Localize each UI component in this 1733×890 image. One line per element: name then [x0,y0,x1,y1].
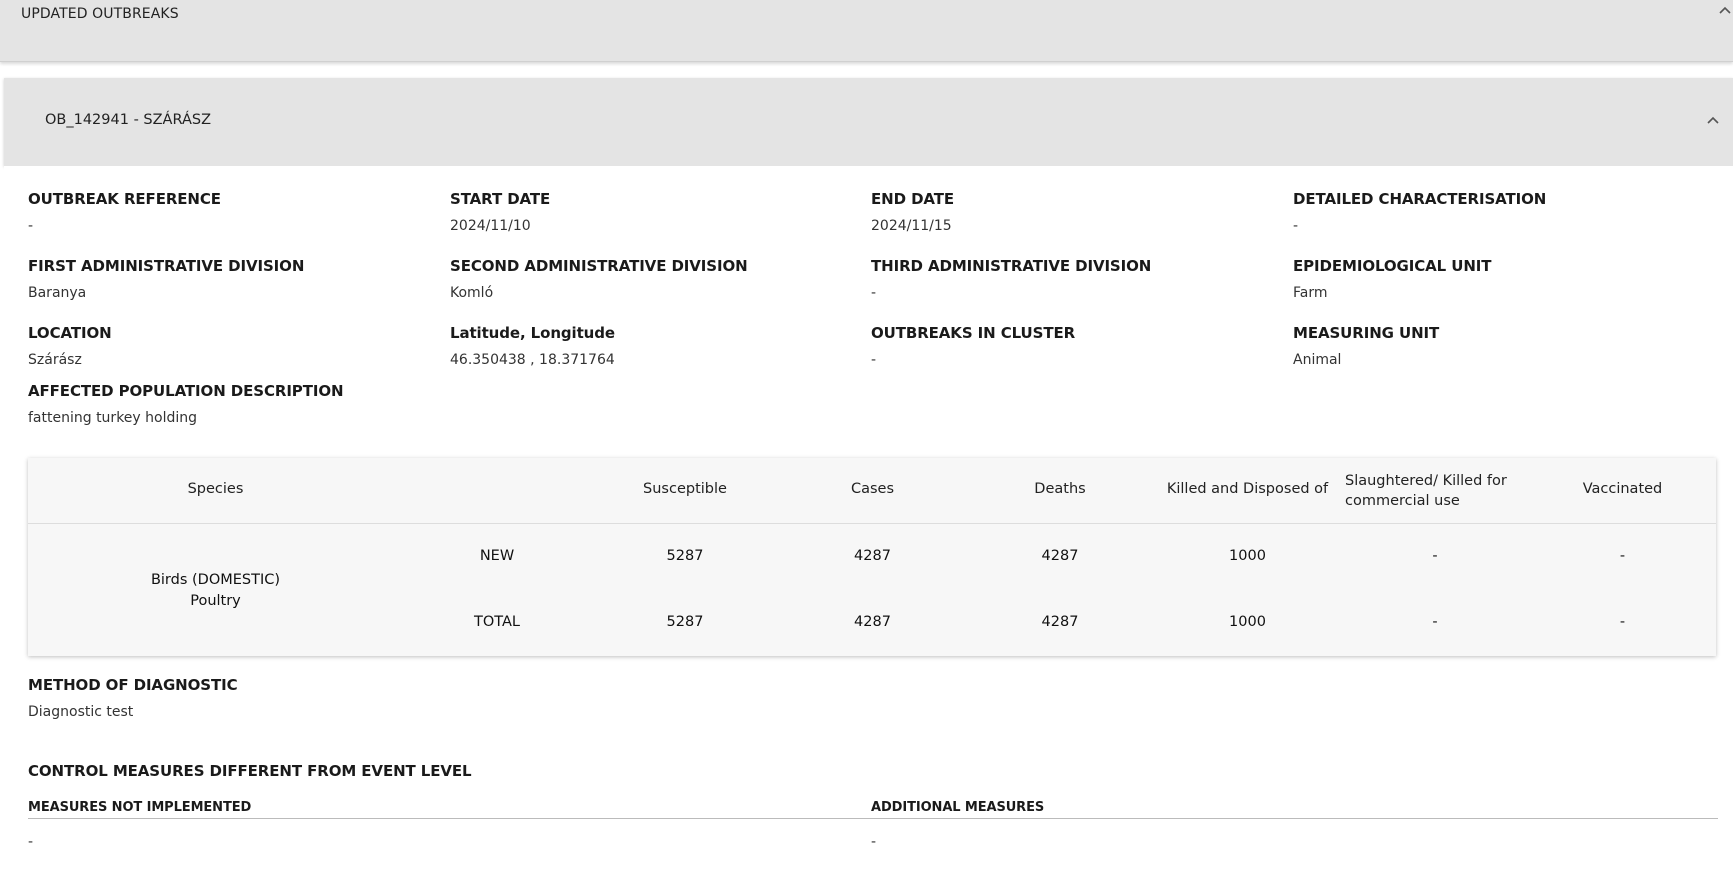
measures-not-implemented-value-field: - [28,834,33,850]
cell-cases: 4287 [854,548,891,564]
measures-not-implemented: MEASURES NOT IMPLEMENTED [28,800,251,815]
outbreak-header-title: OB_142941 - SZÁRÁSZ [45,112,212,128]
header-susceptible: Susceptible [643,481,727,497]
updated-outbreaks-panel[interactable]: UPDATED OUTBREAKS [0,0,1733,62]
outbreak-reference-field: OUTBREAK REFERENCE - [28,190,221,234]
header-vaccinated: Vaccinated [1582,481,1663,497]
start-date-field: START DATE 2024/11/10 [450,190,550,234]
field-label: END DATE [871,190,955,208]
cell-killed: 1000 [1229,548,1266,564]
field-value: - [871,285,877,301]
field-label: THIRD ADMINISTRATIVE DIVISION [871,257,1152,275]
location-field: LOCATION Szárász [28,324,112,368]
field-value: Diagnostic test [28,704,134,720]
species-category: Poultry [190,593,241,609]
lat-long-field: Latitude, Longitude 46.350438 , 18.37176… [450,324,615,368]
first-admin-division-field: FIRST ADMINISTRATIVE DIVISION Baranya [28,257,304,301]
cell-killed: 1000 [1229,614,1266,630]
field-label: EPIDEMIOLOGICAL UNIT [1293,257,1492,275]
field-label: START DATE [450,190,551,208]
field-value: Komló [450,285,494,301]
additional-measures-label: ADDITIONAL MEASURES [871,800,1045,815]
cell-slaughtered: - [1432,548,1438,564]
field-value: Animal [1293,352,1342,368]
field-value: Baranya [28,285,87,301]
field-value: - [871,352,877,368]
measures-not-implemented-label: MEASURES NOT IMPLEMENTED [28,800,252,815]
field-label: FIRST ADMINISTRATIVE DIVISION [28,257,305,275]
field-label: OUTBREAK REFERENCE [28,190,221,208]
cell-cases: 4287 [854,614,891,630]
control-measures-section: CONTROL MEASURES DIFFERENT FROM EVENT LE… [28,762,472,780]
cell-vaccinated: - [1619,548,1626,564]
header-species: Species [187,481,244,497]
control-measures-title: CONTROL MEASURES DIFFERENT FROM EVENT LE… [28,762,472,780]
measuring-unit-field: MEASURING UNIT Animal [1293,324,1439,368]
field-value: 46.350438 , 18.371764 [450,352,615,368]
header-deaths: Deaths [1034,481,1086,497]
second-admin-division-field: SECOND ADMINISTRATIVE DIVISION Komló [450,257,748,301]
field-value: fattening turkey holding [28,410,198,426]
header-slaughtered: Slaughtered/ Killed for commercial use [1345,473,1507,509]
field-value: - [28,834,34,850]
outbreak-details: OUTBREAK REFERENCE - START DATE 2024/11/… [4,166,1733,890]
cell-vaccinated: - [1619,614,1626,630]
field-label: OUTBREAKS IN CLUSTER [871,324,1076,342]
additional-measures: ADDITIONAL MEASURES [871,800,1044,815]
field-label: LOCATION [28,324,112,342]
field-label: MEASURING UNIT [1293,324,1440,342]
field-value: Szárász [28,352,82,368]
species-table: Species Susceptible Cases Deaths Killed … [28,458,1716,656]
epidemiological-unit-field: EPIDEMIOLOGICAL UNIT Farm [1293,257,1492,301]
species-name: Birds (DOMESTIC) [150,572,281,588]
cell-susceptible: 5287 [666,614,704,630]
updated-outbreaks-title: UPDATED OUTBREAKS [21,6,179,22]
additional-measures-value-field: - [871,834,876,850]
field-label: AFFECTED POPULATION DESCRIPTION [28,382,344,400]
outbreak-accordion-header[interactable]: OB_142941 - SZÁRÁSZ [4,78,1733,166]
third-admin-division-field: THIRD ADMINISTRATIVE DIVISION - [871,257,1151,301]
cell-slaughtered: - [1432,614,1438,630]
field-label: SECOND ADMINISTRATIVE DIVISION [450,257,748,275]
header-cases: Cases [850,481,895,497]
chevron-up-icon[interactable] [1705,112,1721,128]
field-label: METHOD OF DIAGNOSTIC [28,676,238,694]
affected-population-field: AFFECTED POPULATION DESCRIPTION fattenin… [28,382,344,426]
field-label: Latitude, Longitude [450,324,615,342]
row-label: NEW [479,548,515,564]
field-value: Farm [1293,285,1328,301]
field-value: 2024/11/15 [871,218,952,234]
divider [28,818,1718,819]
header-killed: Killed and Disposed of [1166,481,1329,497]
outbreaks-in-cluster-field: OUTBREAKS IN CLUSTER - [871,324,1075,368]
field-value: - [871,834,877,850]
table-header-row: Species Susceptible Cases Deaths Killed … [28,458,1716,524]
field-label: DETAILED CHARACTERISATION [1293,190,1547,208]
field-value: 2024/11/10 [450,218,531,234]
chevron-up-icon[interactable] [1717,2,1733,18]
row-label: TOTAL [474,614,520,630]
field-value: - [1293,218,1299,234]
method-of-diagnostic-field: METHOD OF DIAGNOSTIC Diagnostic test [28,676,238,720]
cell-susceptible: 5287 [666,548,704,564]
detailed-characterisation-field: DETAILED CHARACTERISATION - [1293,190,1546,234]
end-date-field: END DATE 2024/11/15 [871,190,954,234]
field-value: - [28,218,34,234]
cell-deaths: 4287 [1041,614,1079,630]
species-cell: Birds (DOMESTIC) Poultry [28,570,403,612]
cell-deaths: 4287 [1041,548,1079,564]
